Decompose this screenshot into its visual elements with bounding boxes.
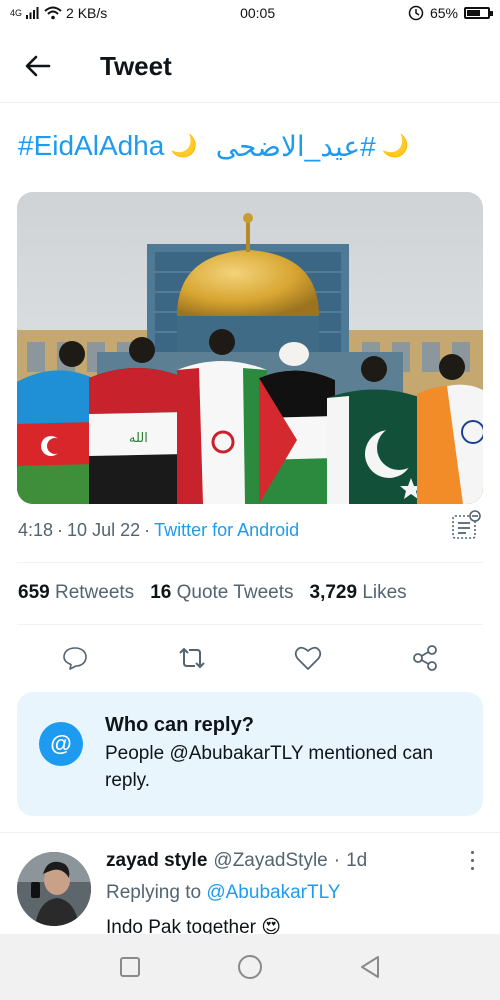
circle-icon bbox=[238, 955, 262, 979]
who-can-reply-body: People @AbubakarTLY mentioned can reply. bbox=[105, 743, 434, 791]
reply-button[interactable] bbox=[57, 640, 93, 676]
retweets-stat[interactable]: 659 Retweets bbox=[18, 582, 134, 604]
replying-prefix: Replying to bbox=[106, 882, 202, 903]
quote-tweets-stat[interactable]: 16 Quote Tweets bbox=[150, 582, 293, 604]
crescent-moon-emoji: 🌙 bbox=[170, 133, 198, 158]
analytics-icon bbox=[452, 510, 481, 539]
back-nav-button[interactable] bbox=[355, 952, 385, 982]
heart-icon bbox=[295, 646, 322, 670]
recents-button[interactable] bbox=[115, 952, 145, 982]
who-can-reply-notice: @ Who can reply? People @AbubakarTLY men… bbox=[17, 692, 483, 816]
hashtag-eid-al-adha[interactable]: #EidAlAdha bbox=[18, 130, 164, 162]
status-bar: 4G 2 KB/s 00:05 65% bbox=[0, 0, 500, 26]
clock: 00:05 bbox=[240, 5, 276, 21]
system-nav-bar bbox=[0, 934, 500, 1000]
signal-icon bbox=[26, 7, 39, 19]
meta-separator-1: · bbox=[57, 520, 64, 540]
analytics-button[interactable] bbox=[450, 510, 482, 542]
likes-stat[interactable]: 3,729 Likes bbox=[310, 582, 407, 604]
share-icon bbox=[412, 645, 437, 671]
data-saver-icon bbox=[408, 5, 424, 21]
meta-separator-2: · bbox=[144, 520, 151, 540]
quote-tweets-label: Quote Tweets bbox=[176, 582, 294, 603]
tweet-date: 10 Jul 22 bbox=[67, 520, 141, 540]
replying-handle[interactable]: @AbubakarTLY bbox=[206, 882, 340, 903]
status-left: 4G 2 KB/s bbox=[10, 5, 107, 21]
battery-icon bbox=[464, 7, 493, 19]
replying-to: Replying to @AbubakarTLY bbox=[106, 882, 340, 904]
stats-divider-top bbox=[17, 562, 483, 563]
tweet-meta: 4:18 · 10 Jul 22 · Twitter for Android bbox=[18, 520, 299, 541]
triangle-back-icon bbox=[361, 956, 379, 978]
back-button[interactable] bbox=[8, 36, 68, 96]
retweet-icon bbox=[179, 647, 205, 669]
network-speed: 2 KB/s bbox=[66, 5, 108, 21]
reply-age: 1d bbox=[346, 850, 368, 871]
who-can-reply-title: Who can reply? bbox=[105, 714, 254, 736]
status-right: 65% bbox=[408, 5, 493, 21]
page-title: Tweet bbox=[100, 50, 172, 81]
header-divider bbox=[0, 102, 500, 103]
stats-divider-bottom bbox=[17, 624, 483, 625]
tweet-time: 4:18 bbox=[18, 520, 54, 540]
avatar-illustration bbox=[17, 852, 91, 926]
dot-icon bbox=[470, 858, 474, 862]
battery-fill bbox=[467, 10, 480, 16]
photo-illustration: الله bbox=[17, 192, 483, 504]
battery-percent: 65% bbox=[429, 5, 458, 21]
tweet-text: #EidAlAdha 🌙 #عيد_الاضحى 🌙 bbox=[18, 124, 488, 168]
likes-count: 3,729 bbox=[309, 582, 358, 603]
dot-icon bbox=[470, 850, 474, 854]
square-icon bbox=[120, 957, 140, 977]
svg-text:الله: الله bbox=[129, 431, 148, 446]
quote-tweets-count: 16 bbox=[150, 582, 172, 603]
likes-label: Likes bbox=[362, 582, 407, 603]
arrow-left-icon bbox=[25, 55, 51, 77]
tweet-source[interactable]: Twitter for Android bbox=[154, 520, 299, 541]
tweet-actions bbox=[17, 640, 483, 676]
comment-icon bbox=[63, 647, 88, 670]
share-button[interactable] bbox=[407, 640, 443, 676]
reply-author-name[interactable]: zayad style bbox=[106, 850, 207, 872]
tweet-stats: 659 Retweets 16 Quote Tweets 3,729 Likes bbox=[18, 582, 407, 604]
reply-author-handle[interactable]: @ZayadStyle bbox=[213, 850, 327, 872]
header: Tweet bbox=[0, 36, 500, 96]
tweet-photo[interactable]: الله bbox=[17, 192, 483, 504]
retweets-count: 659 bbox=[18, 582, 50, 603]
hashtag-arabic[interactable]: #عيد_الاضحى bbox=[216, 130, 376, 163]
network-indicator: 4G bbox=[10, 8, 23, 18]
retweet-button[interactable] bbox=[174, 640, 210, 676]
crescent-moon-emoji-2: 🌙 bbox=[381, 133, 410, 158]
wifi-icon bbox=[44, 6, 62, 20]
reply-divider bbox=[0, 832, 500, 833]
mention-icon: @ bbox=[39, 722, 83, 766]
retweets-label: Retweets bbox=[54, 582, 135, 603]
home-button[interactable] bbox=[235, 952, 265, 982]
reply-separator: · bbox=[333, 850, 341, 871]
reply-header: zayad style @ZayadStyle · 1d bbox=[106, 850, 367, 872]
avatar[interactable] bbox=[17, 852, 91, 926]
dot-icon bbox=[470, 866, 474, 870]
more-options-button[interactable] bbox=[462, 848, 482, 872]
like-button[interactable] bbox=[290, 640, 326, 676]
